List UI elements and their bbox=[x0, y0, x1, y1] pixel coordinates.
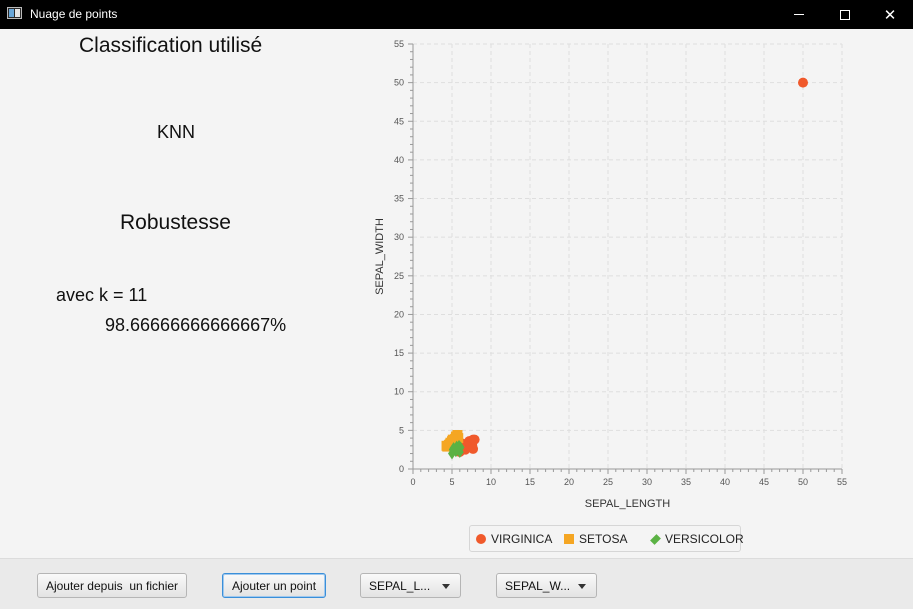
x-tick-label: 25 bbox=[603, 477, 613, 487]
chevron-down-icon bbox=[442, 584, 450, 589]
chart-legend: VIRGINICA SETOSA VERSICOLOR bbox=[469, 525, 744, 552]
legend-item-virginica: VIRGINICA bbox=[476, 532, 552, 546]
close-icon: ✕ bbox=[883, 5, 897, 24]
scatter-chart: 0 5 10 15 20 25 30 35 40 45 50 55 0 5 10 15 20 25 30 35 40 45… bbox=[374, 39, 847, 510]
legend-label: VIRGINICA bbox=[491, 532, 553, 546]
classification-value: KNN bbox=[157, 122, 196, 142]
add-from-file-button[interactable]: Ajouter depuis un fichier bbox=[37, 573, 187, 598]
bottom-toolbar: Ajouter depuis un fichier Ajouter un poi… bbox=[0, 558, 913, 609]
legend-square-icon bbox=[564, 534, 574, 544]
legend-label: SETOSA bbox=[579, 532, 628, 546]
legend-diamond-icon bbox=[650, 533, 661, 545]
robustness-title: Robustesse bbox=[120, 211, 231, 234]
x-axis-select[interactable]: SEPAL_L... bbox=[360, 573, 461, 598]
x-axis-select-value: SEPAL_L... bbox=[369, 579, 431, 593]
maximize-button[interactable] bbox=[822, 0, 868, 29]
y-tick-label: 45 bbox=[394, 116, 404, 126]
y-axis-select-value: SEPAL_W... bbox=[505, 579, 571, 593]
x-tick-label: 10 bbox=[486, 477, 496, 487]
y-tick-label: 25 bbox=[394, 271, 404, 281]
window-titlebar: Nuage de points ✕ bbox=[0, 0, 913, 29]
maximize-icon bbox=[840, 9, 850, 20]
y-tick-label: 20 bbox=[394, 309, 404, 319]
close-button[interactable]: ✕ bbox=[867, 0, 913, 29]
y-tick-label: 15 bbox=[394, 348, 404, 358]
x-tick-label: 40 bbox=[720, 477, 730, 487]
chevron-down-icon bbox=[578, 584, 586, 589]
x-tick-label: 20 bbox=[564, 477, 574, 487]
data-point-virginica bbox=[469, 434, 480, 445]
y-axis-title: SEPAL_WIDTH bbox=[374, 218, 386, 295]
k-value-text: avec k = 11 bbox=[56, 285, 148, 305]
y-tick-label: 5 bbox=[399, 425, 404, 435]
app-icon bbox=[7, 7, 22, 19]
window-title: Nuage de points bbox=[30, 7, 118, 21]
y-tick-label: 0 bbox=[399, 464, 404, 474]
y-tick-label: 55 bbox=[394, 39, 404, 49]
x-tick-label: 35 bbox=[681, 477, 691, 487]
x-tick-label: 0 bbox=[410, 477, 415, 487]
minimize-button[interactable] bbox=[776, 0, 822, 29]
legend-label: VERSICOLOR bbox=[665, 532, 744, 546]
minimize-icon bbox=[794, 14, 804, 15]
y-tick-label: 40 bbox=[394, 155, 404, 165]
legend-item-setosa: SETOSA bbox=[564, 532, 627, 546]
robustness-value: 98.66666666666667% bbox=[105, 315, 287, 335]
x-tick-label: 5 bbox=[449, 477, 454, 487]
y-tick-label: 30 bbox=[394, 232, 404, 242]
data-point-virginica bbox=[798, 77, 808, 88]
data-point-virginica bbox=[468, 443, 479, 454]
legend-circle-icon bbox=[476, 534, 486, 544]
y-tick-label: 50 bbox=[394, 78, 404, 88]
x-tick-label: 45 bbox=[759, 477, 769, 487]
legend-item-versicolor: VERSICOLOR bbox=[650, 532, 744, 546]
y-tick-label: 10 bbox=[394, 387, 404, 397]
x-axis-title: SEPAL_LENGTH bbox=[585, 498, 670, 510]
add-point-button[interactable]: Ajouter un point bbox=[222, 573, 326, 598]
classification-title: Classification utilisé bbox=[79, 34, 263, 57]
y-axis-select[interactable]: SEPAL_W... bbox=[496, 573, 597, 598]
x-tick-label: 15 bbox=[525, 477, 535, 487]
x-tick-label: 30 bbox=[642, 477, 652, 487]
x-tick-label: 50 bbox=[798, 477, 808, 487]
y-tick-label: 35 bbox=[394, 194, 404, 204]
x-tick-label: 55 bbox=[837, 477, 847, 487]
